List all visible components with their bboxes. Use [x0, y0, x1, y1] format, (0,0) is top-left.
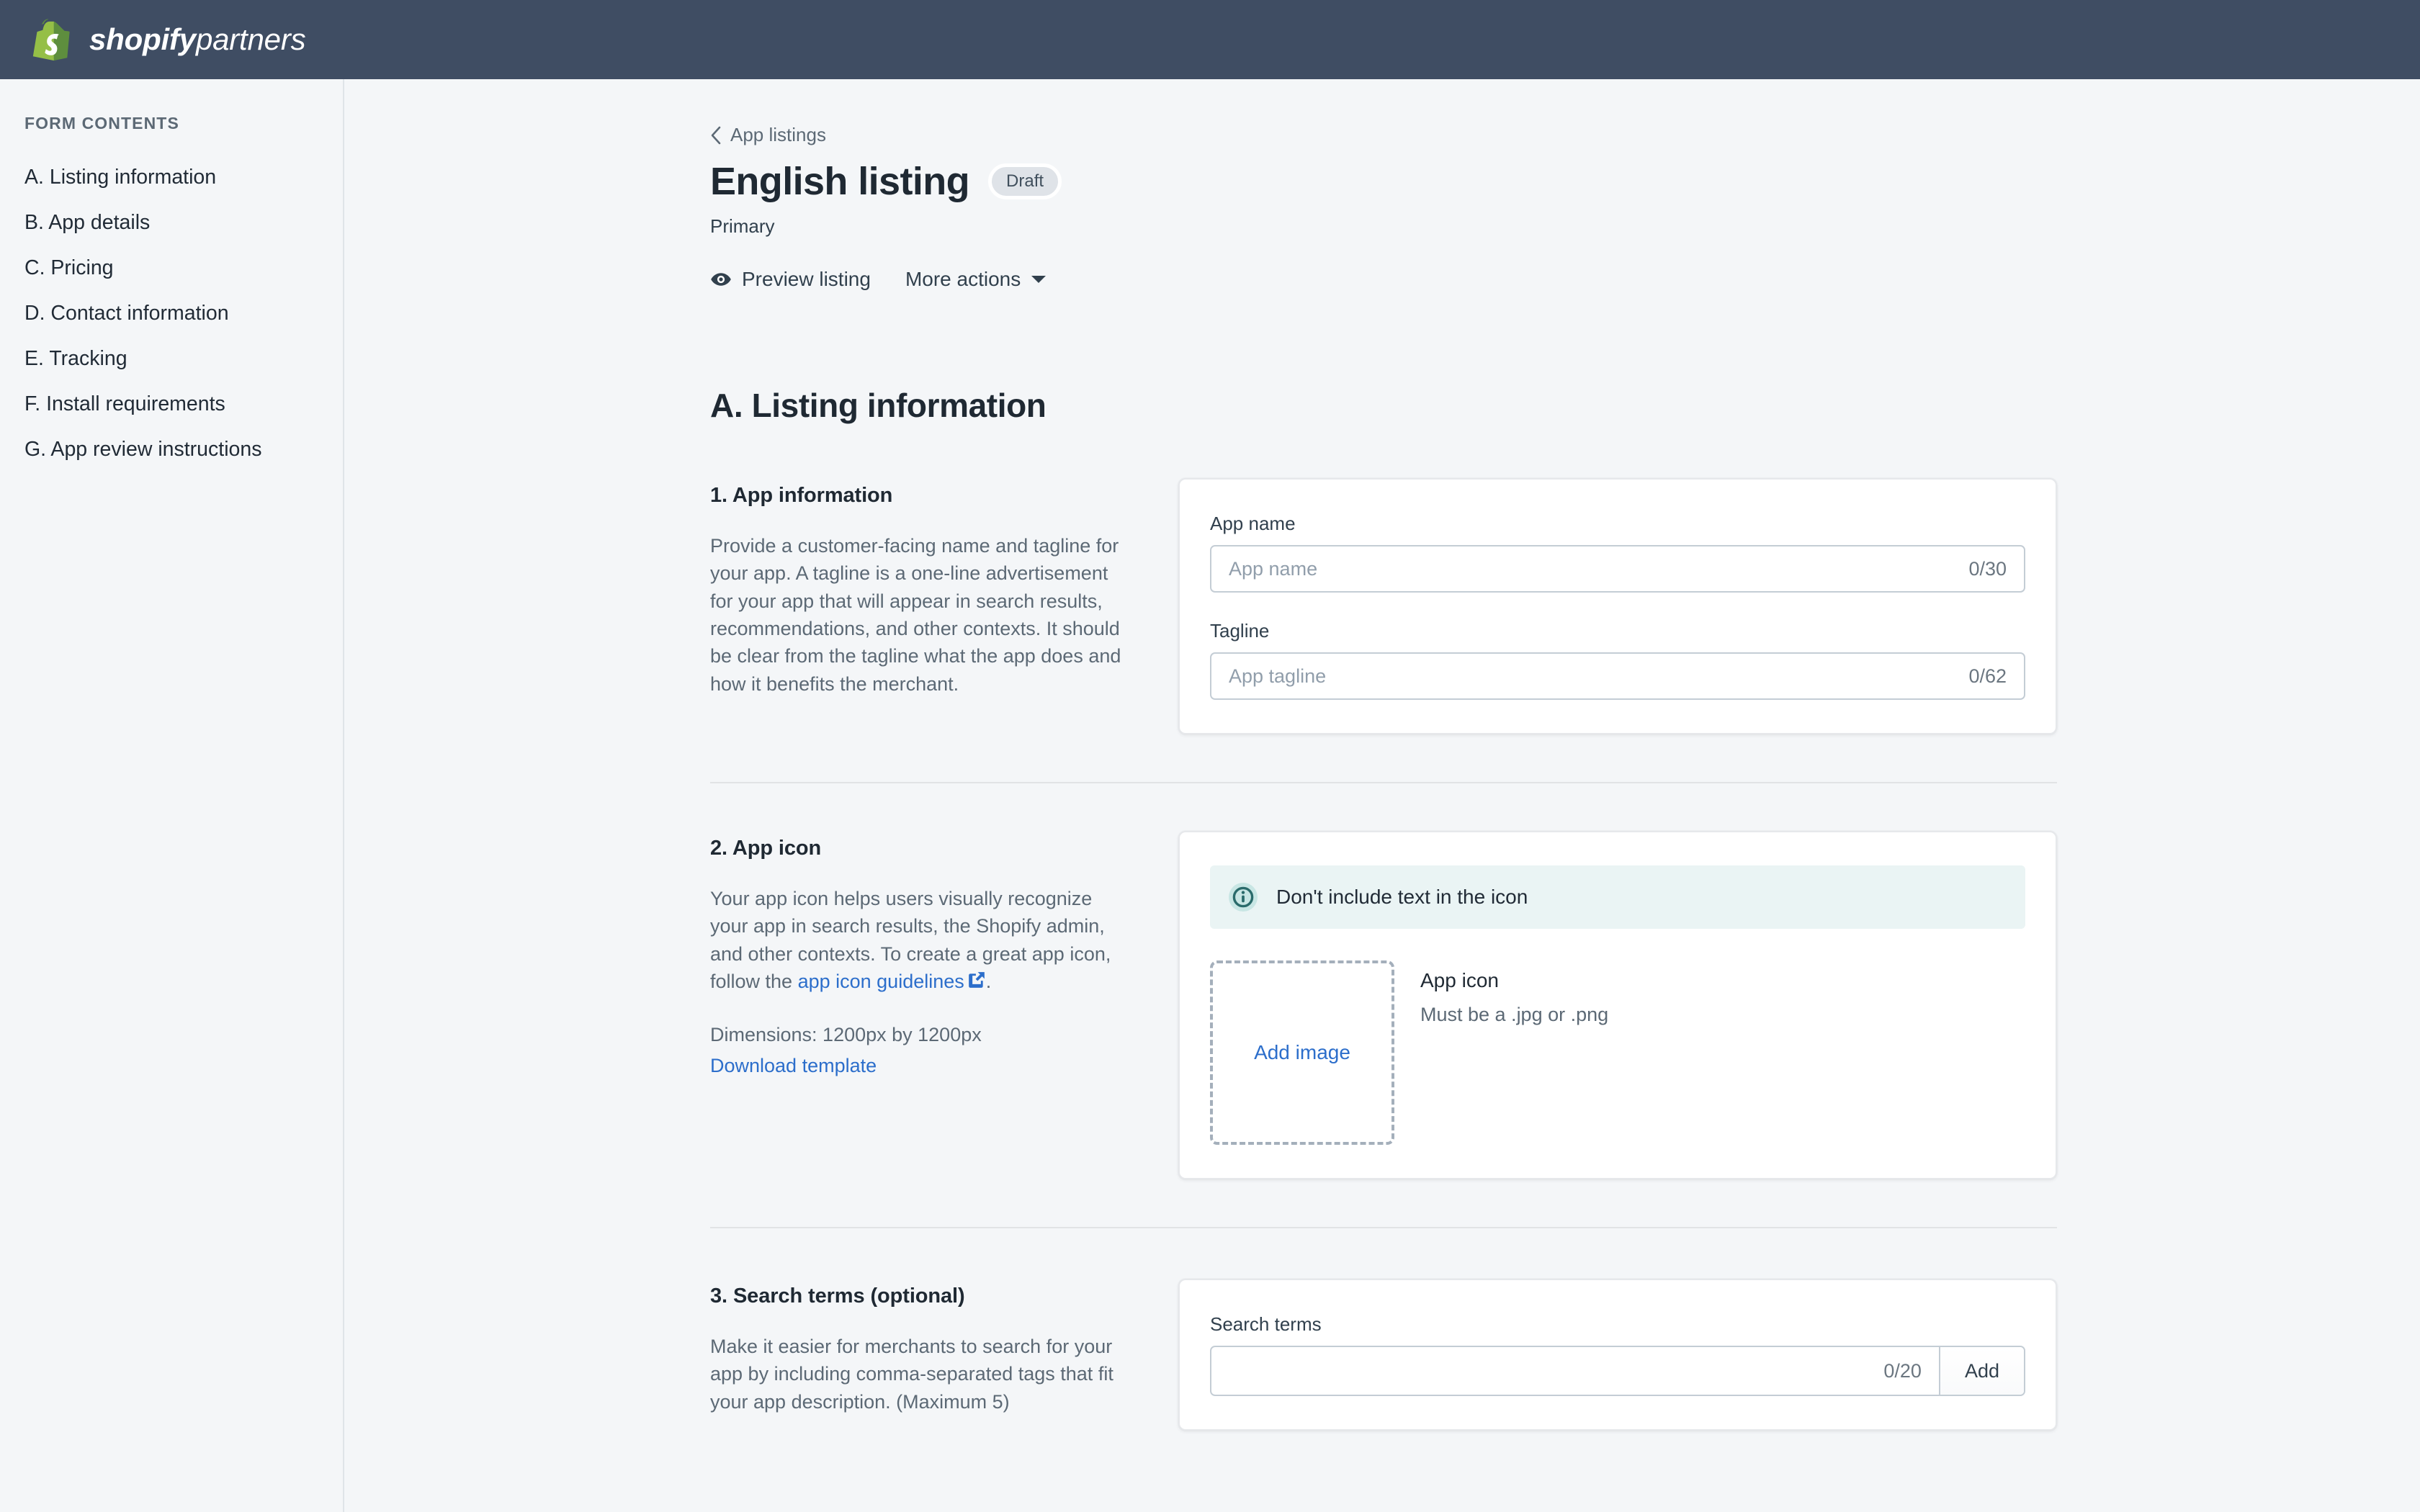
- search-terms-input[interactable]: [1229, 1359, 1870, 1382]
- download-template-link[interactable]: Download template: [710, 1052, 1126, 1079]
- sidebar-heading: FORM CONTENTS: [24, 114, 179, 132]
- app-information-description: Provide a customer-facing name and tagli…: [710, 535, 1121, 695]
- page-actions: Preview listing More actions: [710, 268, 2057, 291]
- search-terms-description: Make it easier for merchants to search f…: [710, 1336, 1113, 1413]
- app-information-title: 1. App information: [710, 484, 893, 507]
- status-badge: Draft: [988, 163, 1062, 200]
- app-icon-upload-row: Add image App icon Must be a .jpg or .pn…: [1210, 960, 2025, 1145]
- search-terms-card: Search terms 0/20 Add: [1178, 1279, 2057, 1431]
- tagline-input[interactable]: [1229, 654, 1955, 698]
- app-name-input[interactable]: [1229, 546, 1955, 591]
- search-terms-input-wrap[interactable]: 0/20: [1211, 1347, 1939, 1395]
- section-heading: A. Listing information: [710, 387, 1047, 424]
- info-circle-icon: [1229, 883, 1258, 912]
- app-icon-dimensions: Dimensions: 1200px by 1200px: [710, 1024, 982, 1046]
- brand-name-bold: shopify: [89, 22, 196, 56]
- search-terms-counter: 0/20: [1883, 1359, 1922, 1382]
- sidebar-item-tracking[interactable]: E. Tracking: [0, 336, 343, 382]
- main-content: App listings English listing Draft Prima…: [344, 79, 2420, 1512]
- breadcrumb[interactable]: App listings: [710, 124, 826, 146]
- brand-wordmark: shopifypartners: [89, 22, 306, 57]
- app-icon-dropzone[interactable]: Add image: [1210, 960, 1394, 1145]
- add-image-label: Add image: [1254, 1041, 1350, 1063]
- more-actions-button[interactable]: More actions: [905, 268, 1047, 291]
- shopify-bag-icon: [32, 19, 70, 61]
- sidebar-item-app-review-instructions[interactable]: G. App review instructions: [0, 427, 343, 472]
- sidebar-item-app-details[interactable]: B. App details: [0, 200, 343, 246]
- app-icon-description-tail: .: [985, 970, 992, 992]
- sidebar-item-contact-information[interactable]: D. Contact information: [0, 291, 343, 336]
- subsection-search-terms: 3. Search terms (optional) Make it easie…: [710, 1228, 2057, 1478]
- search-terms-input-group: 0/20 Add: [1210, 1346, 2025, 1396]
- app-icon-card-column: Don't include text in the icon Add image…: [1178, 831, 2057, 1179]
- tagline-label: Tagline: [1210, 620, 1270, 642]
- tagline-field-group: Tagline 0/62: [1210, 620, 2025, 700]
- app-information-card: App name 0/30 Tagline 0/62: [1178, 478, 2057, 734]
- app-name-input-wrap[interactable]: 0/30: [1210, 545, 2025, 593]
- chevron-left-icon: [711, 126, 721, 144]
- more-actions-label: More actions: [905, 268, 1021, 290]
- top-bar: shopifypartners: [0, 0, 2420, 79]
- app-name-label: App name: [1210, 513, 1296, 534]
- preview-listing-label: Preview listing: [742, 268, 871, 290]
- page-title-row: English listing Draft: [710, 159, 2057, 204]
- app-icon-title: 2. App icon: [710, 837, 822, 860]
- app-icon-description-column: 2. App icon Your app icon helps users vi…: [710, 831, 1126, 1079]
- search-terms-title: 3. Search terms (optional): [710, 1284, 965, 1308]
- icon-info-banner: Don't include text in the icon: [1210, 865, 2025, 929]
- add-search-term-button[interactable]: Add: [1938, 1347, 2024, 1395]
- brand-logo-link[interactable]: shopifypartners: [29, 17, 306, 62]
- search-terms-field-group: Search terms 0/20 Add: [1210, 1313, 2025, 1396]
- page-subtitle: Primary: [710, 215, 775, 237]
- breadcrumb-label: App listings: [730, 124, 826, 145]
- sidebar-item-listing-information[interactable]: A. Listing information: [0, 155, 343, 200]
- app-name-counter: 0/30: [1968, 557, 2007, 580]
- chevron-down-icon: [1031, 276, 1047, 283]
- tagline-counter: 0/62: [1968, 665, 2007, 687]
- search-terms-description-column: 3. Search terms (optional) Make it easie…: [710, 1279, 1126, 1416]
- app-icon-card: Don't include text in the icon Add image…: [1178, 831, 2057, 1179]
- brand-name-light: partners: [195, 22, 306, 56]
- app-name-field-group: App name 0/30: [1210, 513, 2025, 593]
- app-icon-guidelines-link[interactable]: app icon guidelines: [798, 971, 964, 992]
- sidebar-item-install-requirements[interactable]: F. Install requirements: [0, 382, 343, 427]
- page-layout: FORM CONTENTS A. Listing information B. …: [0, 79, 2420, 1512]
- app-icon-meta: App icon Must be a .jpg or .png: [1420, 960, 1608, 1026]
- search-terms-label: Search terms: [1210, 1313, 1322, 1335]
- app-icon-meta-subtitle: Must be a .jpg or .png: [1420, 1004, 1609, 1025]
- app-icon-meta-title: App icon: [1420, 969, 1499, 991]
- eye-icon: [711, 273, 731, 286]
- app-information-description-column: 1. App information Provide a customer-fa…: [710, 478, 1126, 698]
- preview-listing-button[interactable]: Preview listing: [710, 268, 871, 291]
- subsection-app-icon: 2. App icon Your app icon helps users vi…: [710, 783, 2057, 1227]
- sidebar: FORM CONTENTS A. Listing information B. …: [0, 79, 344, 1512]
- tagline-input-wrap[interactable]: 0/62: [1210, 652, 2025, 700]
- icon-info-banner-text: Don't include text in the icon: [1276, 886, 1528, 908]
- subsection-app-information: 1. App information Provide a customer-fa…: [710, 478, 2057, 782]
- app-information-card-column: App name 0/30 Tagline 0/62: [1178, 478, 2057, 734]
- search-terms-card-column: Search terms 0/20 Add: [1178, 1279, 2057, 1431]
- external-link-icon[interactable]: [967, 971, 986, 989]
- page-title: English listing: [710, 160, 970, 203]
- app-icon-description: Your app icon helps users visually recog…: [710, 885, 1126, 995]
- sidebar-item-pricing[interactable]: C. Pricing: [0, 246, 343, 291]
